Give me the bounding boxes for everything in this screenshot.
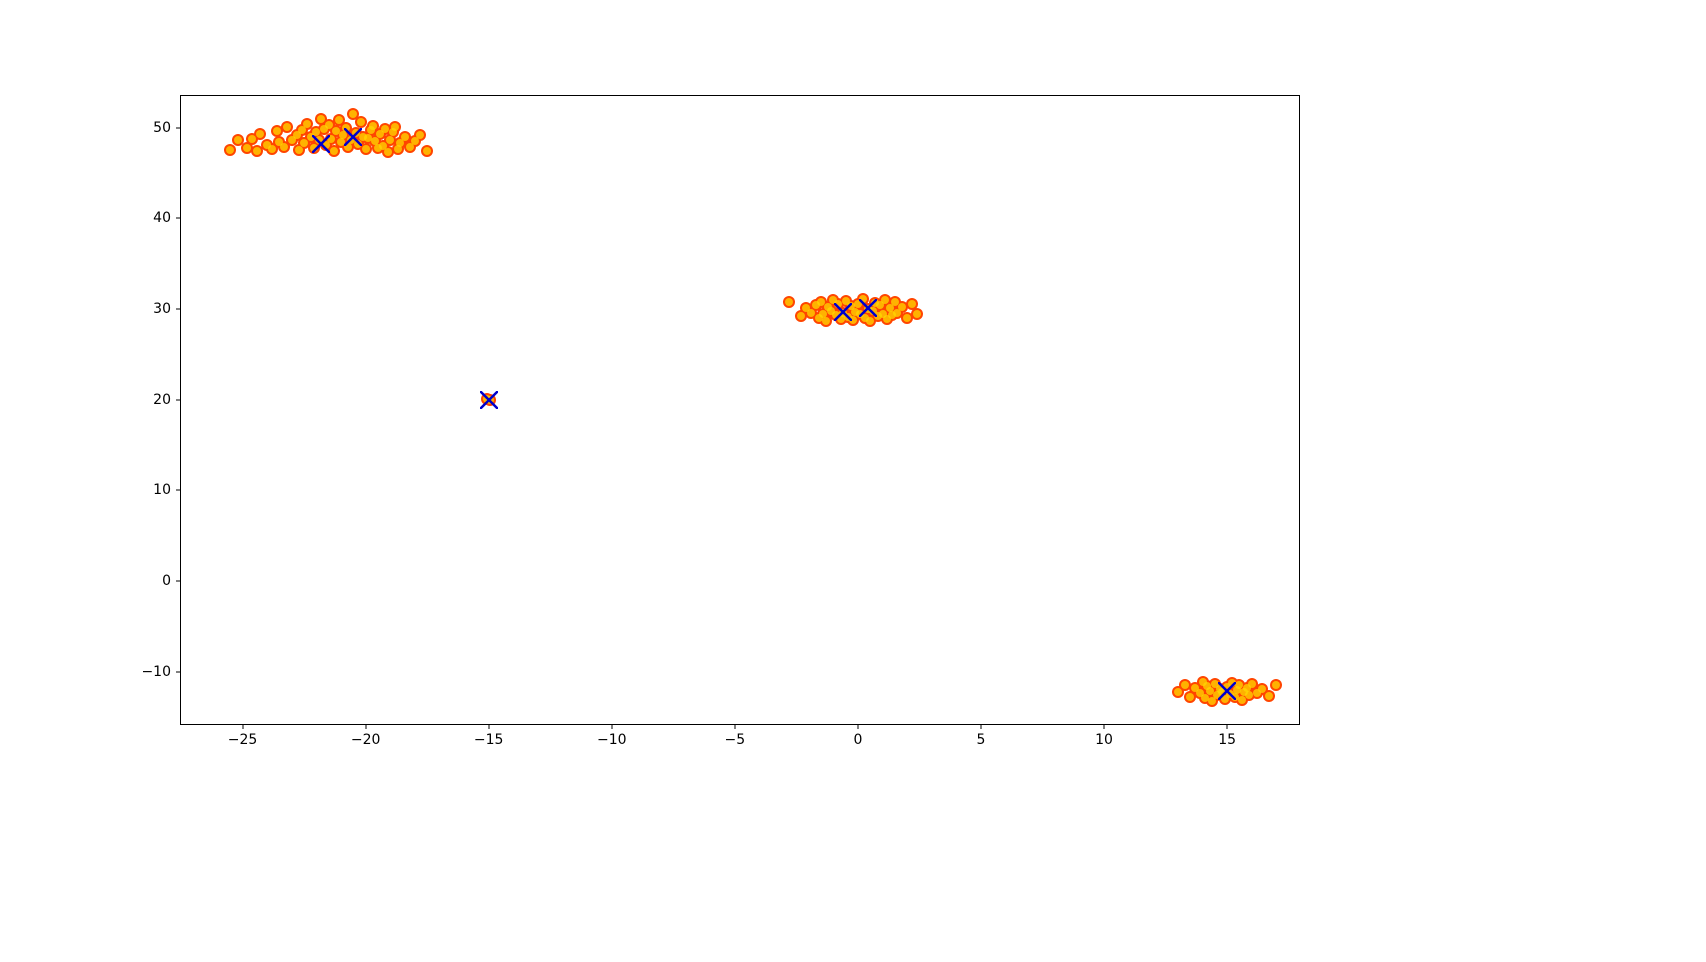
points-inner-dot	[1174, 688, 1182, 696]
x-tick-label: −10	[597, 732, 627, 748]
y-tick	[176, 218, 181, 219]
y-tick-label: 50	[153, 120, 171, 136]
x-tick	[857, 724, 858, 729]
y-tick	[176, 671, 181, 672]
figure: −25 −20 −15 −10 −5 0 5 10 15 −10 0 10 20 30 40 50	[0, 0, 1706, 962]
points-inner-dot	[807, 309, 815, 317]
x-tick	[611, 724, 612, 729]
y-tick-label: 10	[153, 482, 171, 498]
points-inner-dot	[256, 130, 264, 138]
points-inner-dot	[357, 118, 365, 126]
points-inner-dot	[401, 133, 409, 141]
x-tick-label: −20	[351, 732, 381, 748]
points-inner-dot	[248, 135, 256, 143]
y-tick-label: −10	[141, 664, 171, 680]
points-inner-dot	[416, 131, 424, 139]
points-inner-dot	[327, 135, 335, 143]
x-tick	[242, 724, 243, 729]
points-inner-dot	[881, 296, 889, 304]
points-inner-dot	[342, 124, 350, 132]
x-tick-label: 5	[977, 732, 986, 748]
points-inner-dot	[391, 123, 399, 131]
points-inner-dot	[384, 148, 392, 156]
points-inner-dot	[822, 317, 830, 325]
points-inner-dot	[849, 316, 857, 324]
y-tick	[176, 399, 181, 400]
y-tick	[176, 127, 181, 128]
points-inner-dot	[303, 120, 311, 128]
points-inner-dot	[859, 295, 867, 303]
x-tick-label: 15	[1218, 732, 1236, 748]
x-tick	[488, 724, 489, 729]
points-inner-dot	[369, 122, 377, 130]
points-inner-dot	[317, 115, 325, 123]
points-inner-dot	[866, 317, 874, 325]
x-tick-label: 0	[853, 732, 862, 748]
points-inner-dot	[325, 121, 333, 129]
y-tick-label: 30	[153, 301, 171, 317]
x-tick	[365, 724, 366, 729]
x-tick	[981, 724, 982, 729]
plot-area	[181, 96, 1299, 724]
x-tick-label: −25	[228, 732, 258, 748]
x-tick-label: 10	[1095, 732, 1113, 748]
points-inner-dot	[785, 298, 793, 306]
y-tick-label: 0	[162, 573, 171, 589]
x-tick	[734, 724, 735, 729]
x-tick	[1227, 724, 1228, 729]
points-inner-dot	[330, 147, 338, 155]
points-inner-dot	[283, 123, 291, 131]
points-inner-dot	[310, 144, 318, 152]
x-tick-label: −15	[474, 732, 504, 748]
points-inner-dot	[486, 396, 494, 404]
y-tick	[176, 309, 181, 310]
x-tick-label: −5	[725, 732, 746, 748]
y-tick	[176, 490, 181, 491]
points-inner-dot	[1258, 685, 1266, 693]
y-tick-label: 40	[153, 210, 171, 226]
axes: −25−20−15−10−5051015−1001020304050	[180, 95, 1300, 725]
y-tick-label: 20	[153, 392, 171, 408]
y-tick	[176, 580, 181, 581]
x-tick	[1104, 724, 1105, 729]
